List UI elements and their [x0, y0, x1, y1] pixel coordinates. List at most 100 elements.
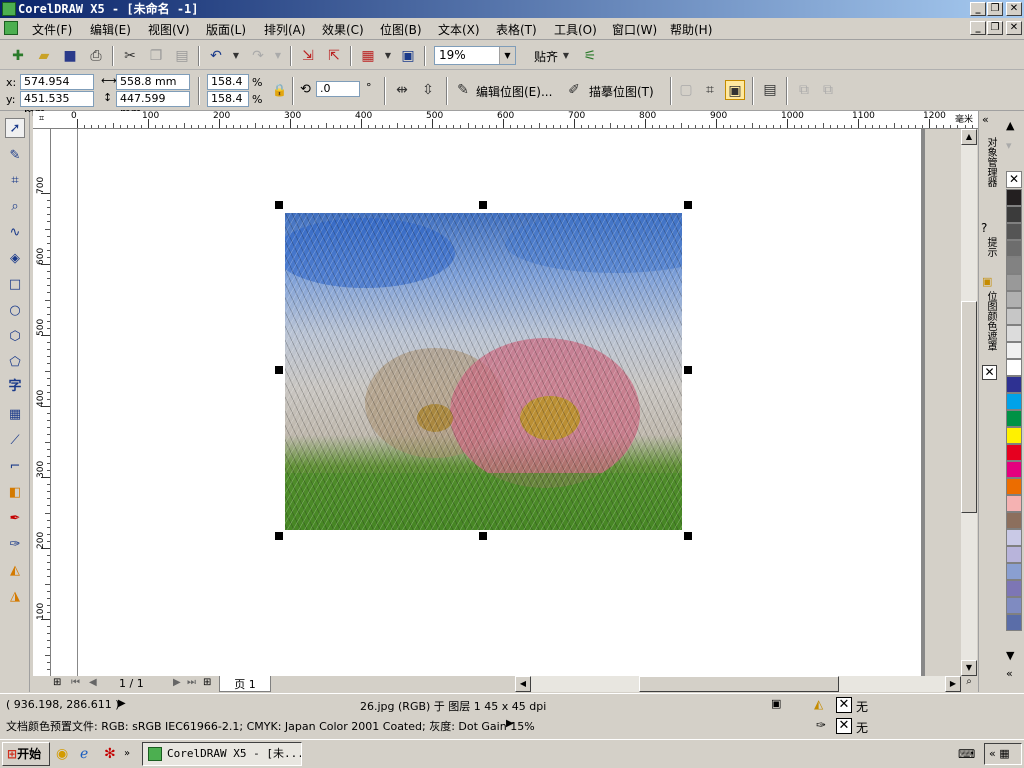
selection-handle-ml[interactable]: [275, 366, 283, 374]
width-field[interactable]: 558.8 mm: [116, 74, 190, 90]
add-page-before-icon[interactable]: ⊞: [53, 677, 61, 688]
vertical-ruler[interactable]: 700 600 500 400 300 200 100: [33, 129, 51, 676]
close-button[interactable]: ✕: [1006, 2, 1022, 16]
redo-icon[interactable]: ↷: [248, 46, 268, 66]
zoom-tool-icon[interactable]: ⌕: [5, 197, 25, 217]
snap-to-label[interactable]: 贴齐: [534, 48, 558, 65]
scroll-right-icon[interactable]: ▶: [945, 676, 961, 692]
drawing-canvas[interactable]: [51, 129, 961, 676]
color-swatch[interactable]: [1006, 546, 1022, 563]
color-swatch[interactable]: [1006, 410, 1022, 427]
color-swatch[interactable]: [1006, 478, 1022, 495]
tray-expand-area[interactable]: « ▦: [984, 743, 1022, 765]
color-swatch[interactable]: [1006, 597, 1022, 614]
outline-swatch-none[interactable]: ✕: [836, 718, 852, 734]
navigator-zoom-icon[interactable]: ⌕: [961, 676, 977, 692]
wrap-text-icon[interactable]: ▤: [760, 80, 780, 100]
bitmap-image[interactable]: [285, 213, 682, 530]
ellipse-tool-icon[interactable]: ○: [5, 301, 25, 321]
color-swatch[interactable]: [1006, 342, 1022, 359]
polygon-tool-icon[interactable]: ⬡: [5, 327, 25, 347]
interactive-fill-tool-icon[interactable]: ◮: [5, 587, 25, 607]
page-tab-1[interactable]: 页 1: [219, 676, 271, 692]
launcher-dropdown-icon[interactable]: ▼: [378, 46, 398, 66]
basic-shapes-tool-icon[interactable]: ⬠: [5, 353, 25, 373]
last-page-icon[interactable]: ⏭: [187, 677, 196, 688]
minimize-button[interactable]: _: [970, 2, 986, 16]
height-field[interactable]: 447.599 mm: [116, 91, 190, 119]
color-swatch[interactable]: [1006, 614, 1022, 631]
docker-tab-hints[interactable]: 提示: [981, 237, 999, 273]
text-tool-icon[interactable]: 字: [5, 377, 25, 397]
color-swatch[interactable]: [1006, 257, 1022, 274]
copy-icon[interactable]: ❐: [146, 46, 166, 66]
application-launcher-icon[interactable]: ▦: [358, 46, 378, 66]
crop-bitmap-icon[interactable]: ⌗: [700, 80, 720, 100]
open-folder-icon[interactable]: ▰: [34, 46, 54, 66]
shape-tool-icon[interactable]: ✎: [5, 146, 25, 166]
menu-edit[interactable]: 编辑(E): [90, 21, 131, 38]
keyboard-tray-icon[interactable]: ⌨: [958, 747, 975, 761]
freehand-tool-icon[interactable]: ∿: [5, 223, 25, 243]
browser-quicklaunch-icon[interactable]: ◉: [56, 746, 68, 762]
palette-options-icon[interactable]: ▾: [1006, 139, 1012, 152]
smart-fill-tool-icon[interactable]: ◈: [5, 249, 25, 269]
redo-dropdown-icon[interactable]: ▼: [268, 46, 288, 66]
to-front-icon[interactable]: ⧉: [794, 80, 814, 100]
options-icon[interactable]: ⚟: [580, 46, 600, 66]
selection-handle-bl[interactable]: [275, 532, 283, 540]
horizontal-ruler[interactable]: 0 100 200 300 400 500 600 700 800 900 1000 1100 1200: [50, 111, 978, 129]
menu-help[interactable]: 帮助(H): [670, 21, 712, 38]
edit-bitmap-icon[interactable]: ✎: [453, 80, 473, 100]
fill-tool-icon[interactable]: ◭: [5, 561, 25, 581]
scroll-down-icon[interactable]: ▼: [961, 660, 977, 676]
print-icon[interactable]: ⎙: [86, 46, 106, 66]
next-page-icon[interactable]: ▶: [173, 677, 181, 688]
dimension-tool-icon[interactable]: ⟋: [5, 431, 25, 451]
zoom-dropdown-icon[interactable]: ▼: [499, 47, 515, 64]
palette-scroll-up-icon[interactable]: ▲: [1006, 119, 1014, 132]
lock-ratio-icon[interactable]: 🔒: [272, 83, 287, 97]
status-expand-icon[interactable]: ▶: [118, 698, 126, 709]
crop-tool-icon[interactable]: ⌗: [5, 171, 25, 191]
horizontal-scroll-thumb[interactable]: [639, 676, 839, 692]
doc-minimize-button[interactable]: _: [970, 21, 986, 35]
connector-tool-icon[interactable]: ⌐: [5, 457, 25, 477]
color-swatch[interactable]: [1006, 206, 1022, 223]
explorer-quicklaunch-icon[interactable]: ℯ: [80, 746, 88, 762]
selection-handle-tl[interactable]: [275, 201, 283, 209]
docker-tab-object-manager[interactable]: 对象管理器: [981, 137, 999, 217]
trace-bitmap-icon[interactable]: ✐: [564, 80, 584, 100]
new-document-icon[interactable]: ✚: [8, 46, 28, 66]
selection-handle-bc[interactable]: [479, 532, 487, 540]
welcome-screen-icon[interactable]: ▣: [398, 46, 418, 66]
menu-tools[interactable]: 工具(O): [554, 21, 597, 38]
color-swatch[interactable]: [1006, 223, 1022, 240]
palette-scroll-down-icon[interactable]: ▼: [1006, 649, 1014, 662]
menu-arrange[interactable]: 排列(A): [264, 21, 306, 38]
color-swatch[interactable]: [1006, 495, 1022, 512]
vertical-scroll-thumb[interactable]: [961, 301, 977, 513]
rotation-field[interactable]: .0: [316, 81, 360, 97]
menu-effects[interactable]: 效果(C): [322, 21, 364, 38]
rectangle-tool-icon[interactable]: □: [5, 275, 25, 295]
color-swatch[interactable]: [1006, 189, 1022, 206]
edit-bitmap-button[interactable]: 编辑位图(E)...: [476, 83, 552, 100]
mirror-horizontal-icon[interactable]: ⇹: [392, 80, 412, 100]
selection-handle-tc[interactable]: [479, 201, 487, 209]
color-swatch[interactable]: [1006, 512, 1022, 529]
trace-bitmap-button[interactable]: 描摹位图(T): [589, 83, 654, 100]
quicklaunch-expand-icon[interactable]: »: [124, 748, 130, 759]
menu-view[interactable]: 视图(V): [148, 21, 190, 38]
color-swatch[interactable]: [1006, 325, 1022, 342]
color-swatch[interactable]: [1006, 580, 1022, 597]
doc-close-button[interactable]: ✕: [1006, 21, 1022, 35]
import-icon[interactable]: ⇲: [298, 46, 318, 66]
resample-icon[interactable]: ▢: [676, 80, 696, 100]
undo-dropdown-icon[interactable]: ▼: [226, 46, 246, 66]
start-button[interactable]: ⊞开始: [2, 742, 50, 766]
color-swatch[interactable]: [1006, 444, 1022, 461]
selection-handle-mr[interactable]: [684, 366, 692, 374]
color-swatch[interactable]: [1006, 563, 1022, 580]
selection-handle-tr[interactable]: [684, 201, 692, 209]
